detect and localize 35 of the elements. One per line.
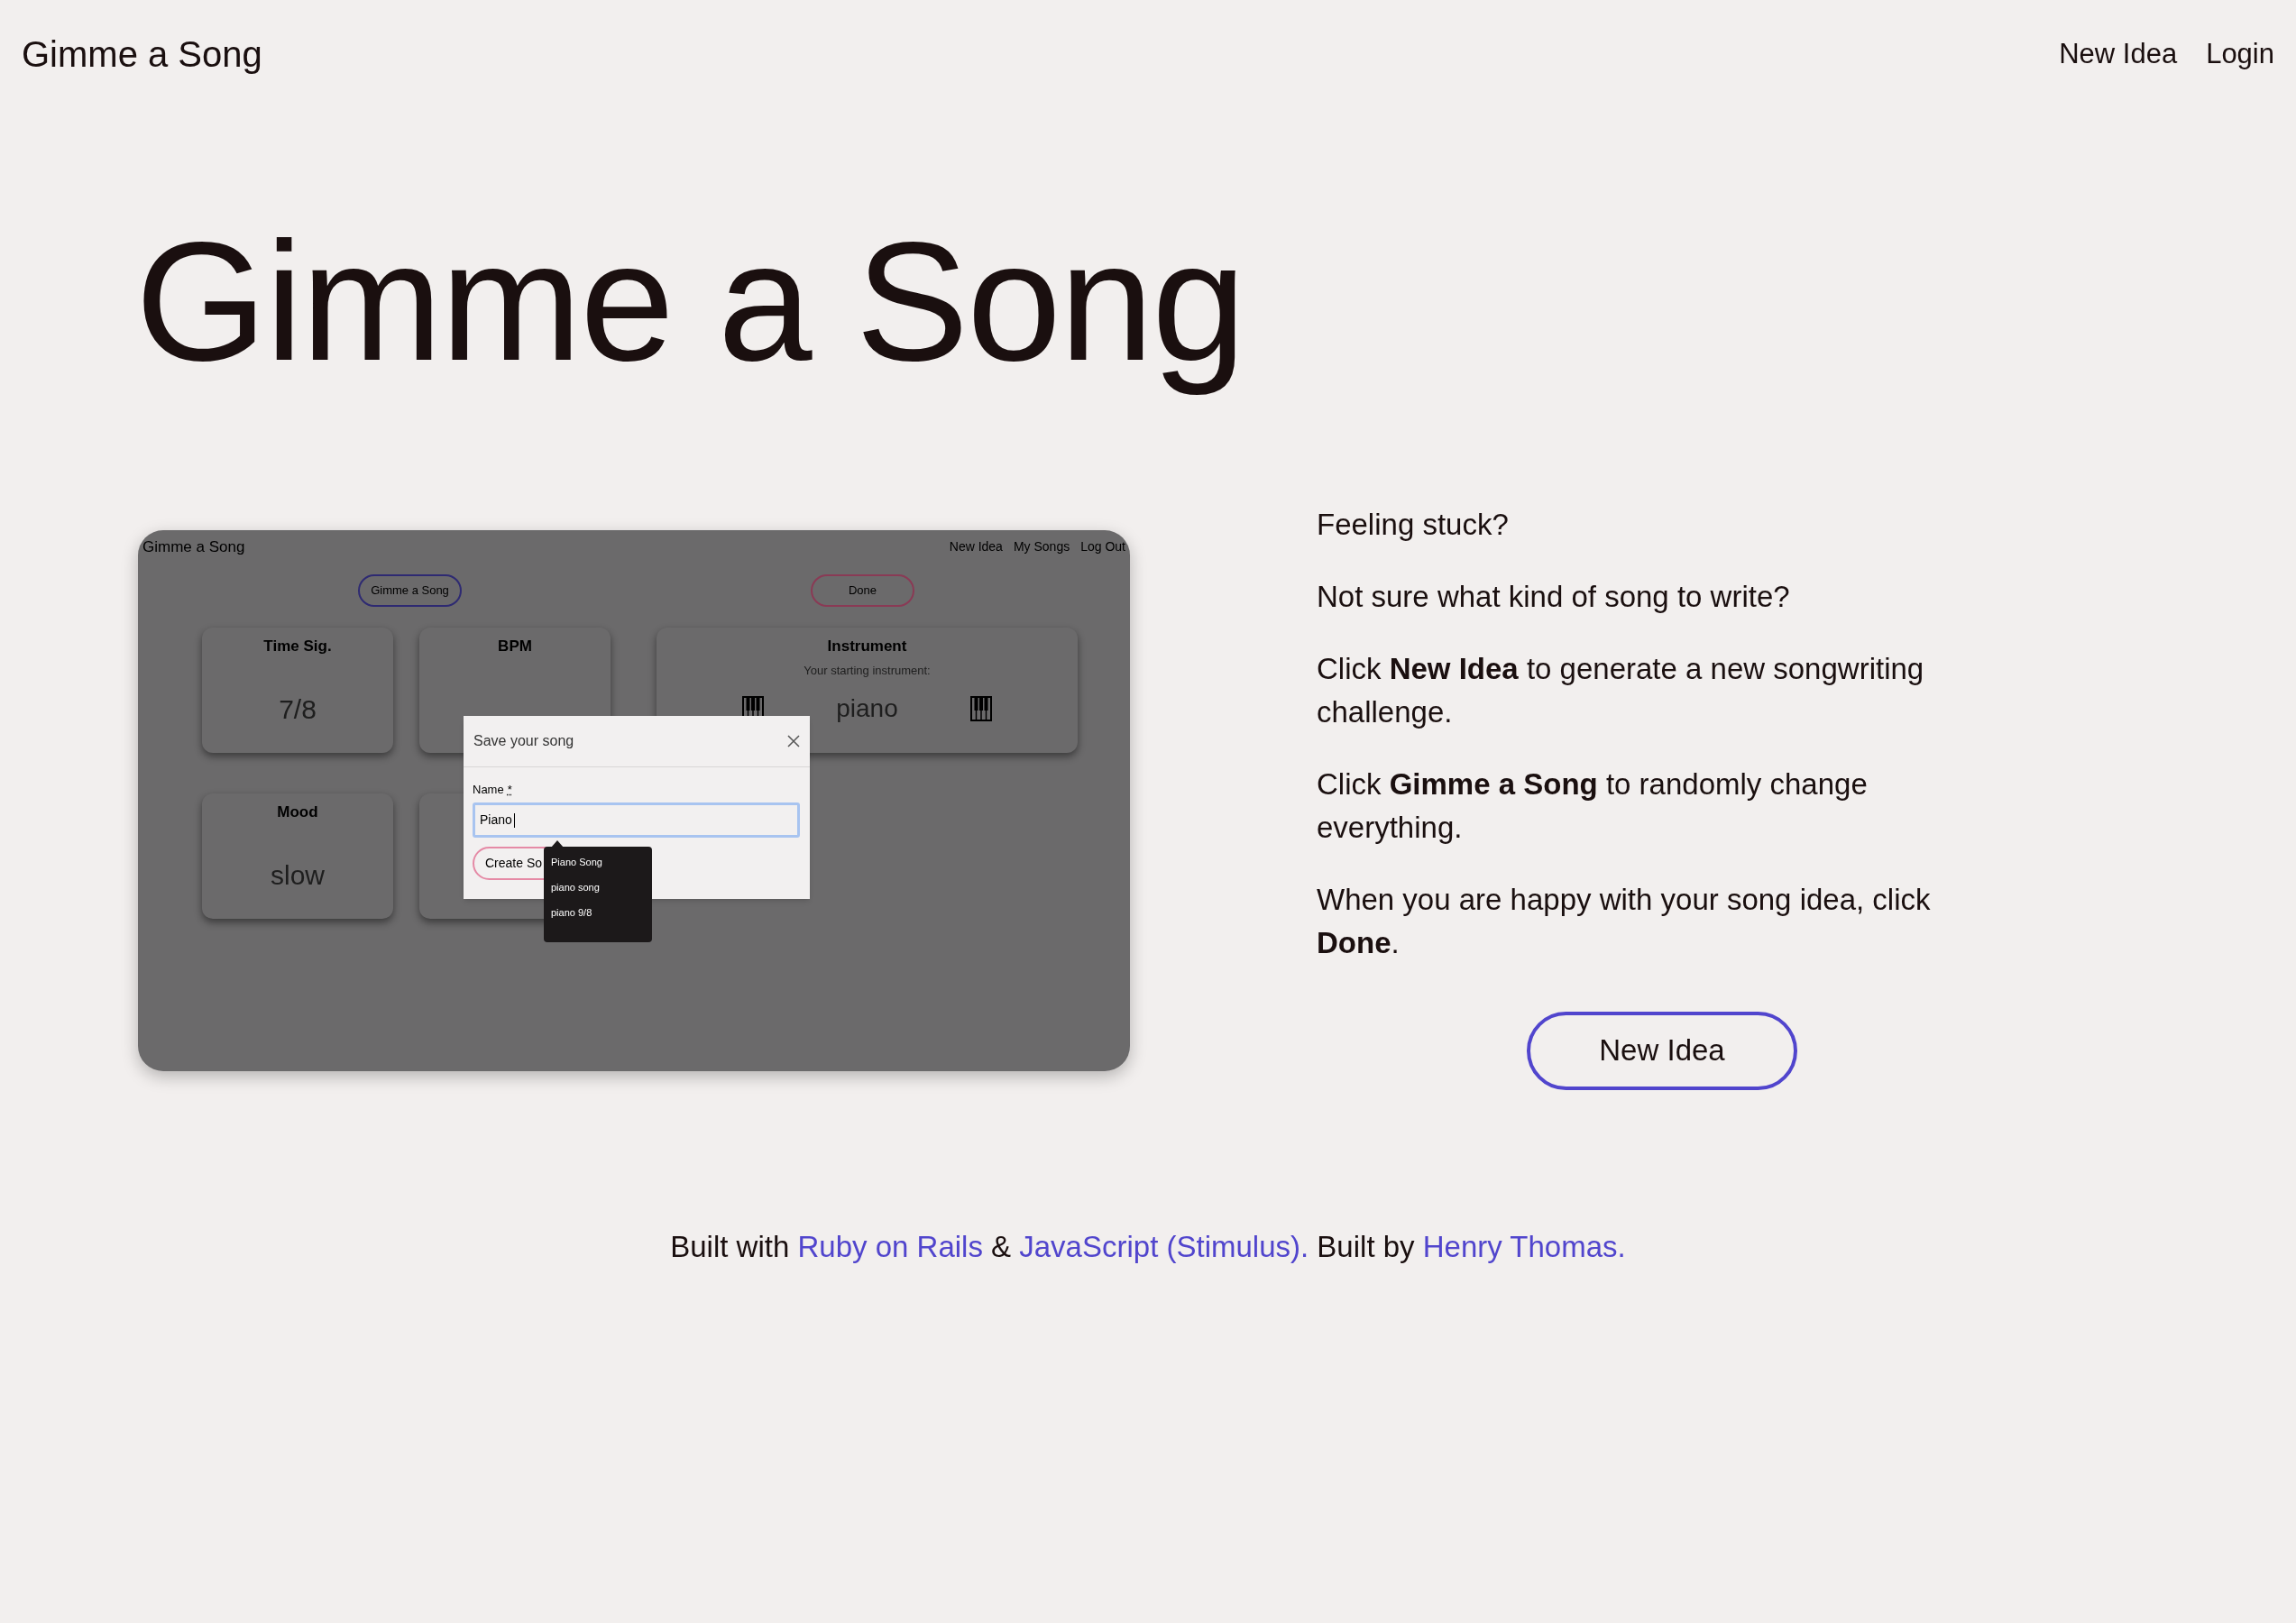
preview-nav-link[interactable]: Log Out xyxy=(1080,536,1125,556)
card-title: Time Sig. xyxy=(263,637,332,657)
suggestion-item[interactable]: piano 9/8 xyxy=(551,902,652,922)
footer-link[interactable]: Henry Thomas. xyxy=(1422,1229,1626,1263)
intro-text: Feeling stuck? xyxy=(1317,506,1510,543)
intro-text: Click New Idea to generate a new songwriting challenge. xyxy=(1317,650,1925,730)
dialog-title: Save your song xyxy=(473,731,574,750)
preview-brand: Gimme a Song xyxy=(142,536,245,557)
field-label: Name xyxy=(473,781,504,798)
footer-text: Built with Ruby on Rails & JavaScript (Stimulus). Built by Henry Thomas. xyxy=(669,1228,1627,1265)
intro-text: Not sure what kind of song to write? xyxy=(1317,578,1791,615)
preview-button[interactable]: Done xyxy=(811,574,914,608)
card-value: 7/8 xyxy=(279,692,317,726)
new-idea-button[interactable]: New Idea xyxy=(1527,1011,1797,1090)
preview-nav-link[interactable]: My Songs xyxy=(1013,536,1070,556)
card-title: BPM xyxy=(498,637,532,657)
nav-link[interactable]: Login xyxy=(2206,32,2274,76)
footer-link[interactable]: JavaScript (Stimulus). xyxy=(1019,1229,1309,1263)
card-title: Instrument xyxy=(827,637,907,657)
close-icon[interactable] xyxy=(787,734,800,747)
hero-title: Gimme a Song xyxy=(135,206,1244,398)
preview-button[interactable]: Gimme a Song xyxy=(358,574,462,608)
footer-link[interactable]: Ruby on Rails xyxy=(797,1229,983,1263)
intro-text: When you are happy with your song idea, click Done. xyxy=(1317,881,1932,961)
required-mark: * xyxy=(507,781,512,798)
site-brand[interactable]: Gimme a Song xyxy=(22,27,262,81)
preview-nav-link[interactable]: New Idea xyxy=(949,536,1003,556)
card-value: slow xyxy=(271,858,325,892)
piano-icon xyxy=(969,696,992,722)
card-value: piano xyxy=(836,693,898,725)
nav-link[interactable]: New Idea xyxy=(2059,32,2178,76)
intro-text: Click Gimme a Song to randomly change everything. xyxy=(1317,766,1869,846)
card-subtitle: Your starting instrument: xyxy=(804,662,931,679)
name-input[interactable]: Piano xyxy=(473,802,800,839)
card-title: Mood xyxy=(277,802,318,823)
